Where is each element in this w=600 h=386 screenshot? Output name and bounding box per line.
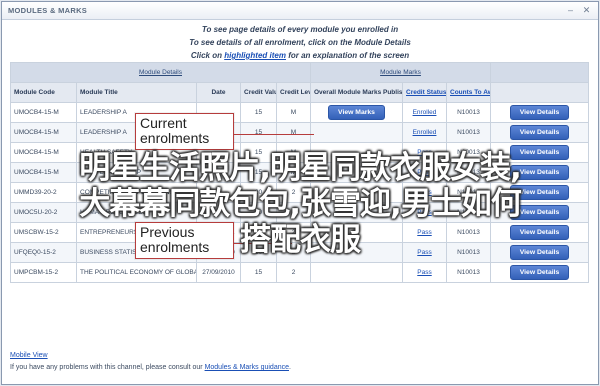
view-details-button[interactable]: View Details	[509, 265, 570, 280]
date-cell: 27/09/2010	[196, 262, 241, 283]
credit-level-cell: M	[276, 102, 311, 123]
marks-cell	[310, 122, 403, 143]
close-icon[interactable]: ✕	[581, 5, 592, 16]
award-cell-text: N10013	[457, 109, 480, 116]
title-bar: MODULES & MARKS ‒ ✕	[2, 2, 598, 20]
award-cell: N10013	[445, 122, 492, 143]
col-credit-level[interactable]: Credit Level	[276, 82, 311, 103]
intro-line-3-post: for an explanation of the screen	[288, 51, 410, 60]
table-row: UMOCB4-15-M LEADERSHIP A 15 M View Marks Enro…	[10, 102, 590, 123]
credit-level-cell-text: M	[290, 109, 297, 116]
blank-group-header	[490, 62, 590, 83]
help-text: If you have any problems with this chann…	[10, 364, 203, 371]
credit-value-cell: 15	[240, 122, 277, 143]
col-marks-published[interactable]: Overall Module Marks Published	[310, 82, 403, 103]
module-title-cell-text: LEADERSHIP A	[80, 109, 127, 116]
module-title-cell: THE POLITICAL ECONOMY OF GLOBALISATION	[76, 262, 197, 283]
col-date[interactable]: Date	[196, 82, 241, 103]
col-credit-value[interactable]: Credit Value	[240, 82, 277, 103]
credit-level-cell: M	[276, 122, 311, 143]
table-row: UMOCB4-15-M LEADERSHIP A 15 M Enrolled N10013…	[10, 122, 590, 143]
col-module-title[interactable]: Module Title	[76, 82, 197, 103]
date-cell-text: 27/09/2010	[202, 269, 235, 276]
module-code-cell-text: UMPCBM-15-2	[14, 269, 59, 276]
module-code-cell-text: UMOCB4-15-M	[14, 109, 59, 116]
footer: Mobile View If you have any problems wit…	[10, 352, 291, 371]
intro-line-3-pre: Click on	[190, 51, 222, 60]
current-enrolments-pointer	[234, 134, 314, 135]
view-details-button[interactable]: View Details	[509, 105, 570, 120]
marks-cell: View Marks	[310, 102, 403, 123]
col-actions	[490, 82, 590, 103]
credit-value-cell-text: 15	[254, 269, 263, 276]
credit-value-cell: 15	[240, 102, 277, 123]
view-details-button[interactable]: View Details	[509, 125, 570, 140]
intro-line-1: To see page details of every module you …	[201, 25, 399, 34]
award-cell-text: N10013	[457, 129, 480, 136]
intro-text: To see page details of every module you …	[2, 23, 598, 62]
col-counts-towards[interactable]: Counts To Awards	[445, 82, 492, 103]
module-code-cell: UMOCB4-15-M	[10, 102, 77, 123]
award-cell: N10013	[445, 102, 492, 123]
guidance-link[interactable]: Modules & Marks guidance	[205, 364, 289, 371]
module-details-group-header[interactable]: Module Details	[10, 62, 311, 83]
help-text-end: .	[289, 364, 291, 371]
credit-status-cell: Enrolled	[402, 102, 447, 123]
marks-cell	[310, 262, 403, 283]
col-credit-status[interactable]: Credit Status	[402, 82, 447, 103]
window-title: MODULES & MARKS	[8, 6, 88, 15]
credit-level-cell-text: 2	[291, 269, 296, 276]
intro-line-3: Click on highlighted item for an explana…	[2, 49, 598, 62]
details-cell: View Details	[490, 262, 590, 283]
credit-value-cell-text: 15	[254, 109, 263, 116]
credit-status-cell: Enrolled	[402, 122, 447, 143]
credit-value-cell: 15	[240, 262, 277, 283]
module-marks-group-header[interactable]: Module Marks	[309, 62, 492, 83]
details-cell: View Details	[490, 102, 590, 123]
award-cell-text: N10013	[457, 269, 480, 276]
module-code-cell: UMOCB4-15-M	[10, 122, 77, 143]
module-title-cell-text: THE POLITICAL ECONOMY OF GLOBALISATION	[80, 269, 196, 276]
credit-status-link[interactable]: Enrolled	[413, 129, 437, 136]
module-code-cell: UMPCBM-15-2	[10, 262, 77, 283]
award-cell: N10013	[445, 262, 492, 283]
minimize-icon[interactable]: ‒	[565, 5, 576, 16]
module-title-cell-text: LEADERSHIP A	[80, 129, 127, 136]
credit-status-link[interactable]: Pass	[417, 269, 431, 276]
mobile-view-link[interactable]: Mobile View	[10, 352, 48, 359]
credit-level-cell: 2	[276, 262, 311, 283]
col-module-code[interactable]: Module Code	[10, 82, 77, 103]
table-row: UMPCBM-15-2 THE POLITICAL ECONOMY OF GLOB…	[10, 262, 590, 283]
credit-status-link[interactable]: Enrolled	[413, 109, 437, 116]
module-code-cell-text: UMOCB4-15-M	[14, 129, 59, 136]
view-marks-button[interactable]: View Marks	[328, 105, 385, 120]
intro-line-2: To see details of all enrolment, click o…	[189, 38, 411, 47]
overlay-caption-line-3: 搭配衣服	[240, 222, 361, 258]
credit-status-cell: Pass	[402, 262, 447, 283]
highlighted-item-link[interactable]: highlighted item	[224, 51, 286, 60]
details-cell: View Details	[490, 122, 590, 143]
